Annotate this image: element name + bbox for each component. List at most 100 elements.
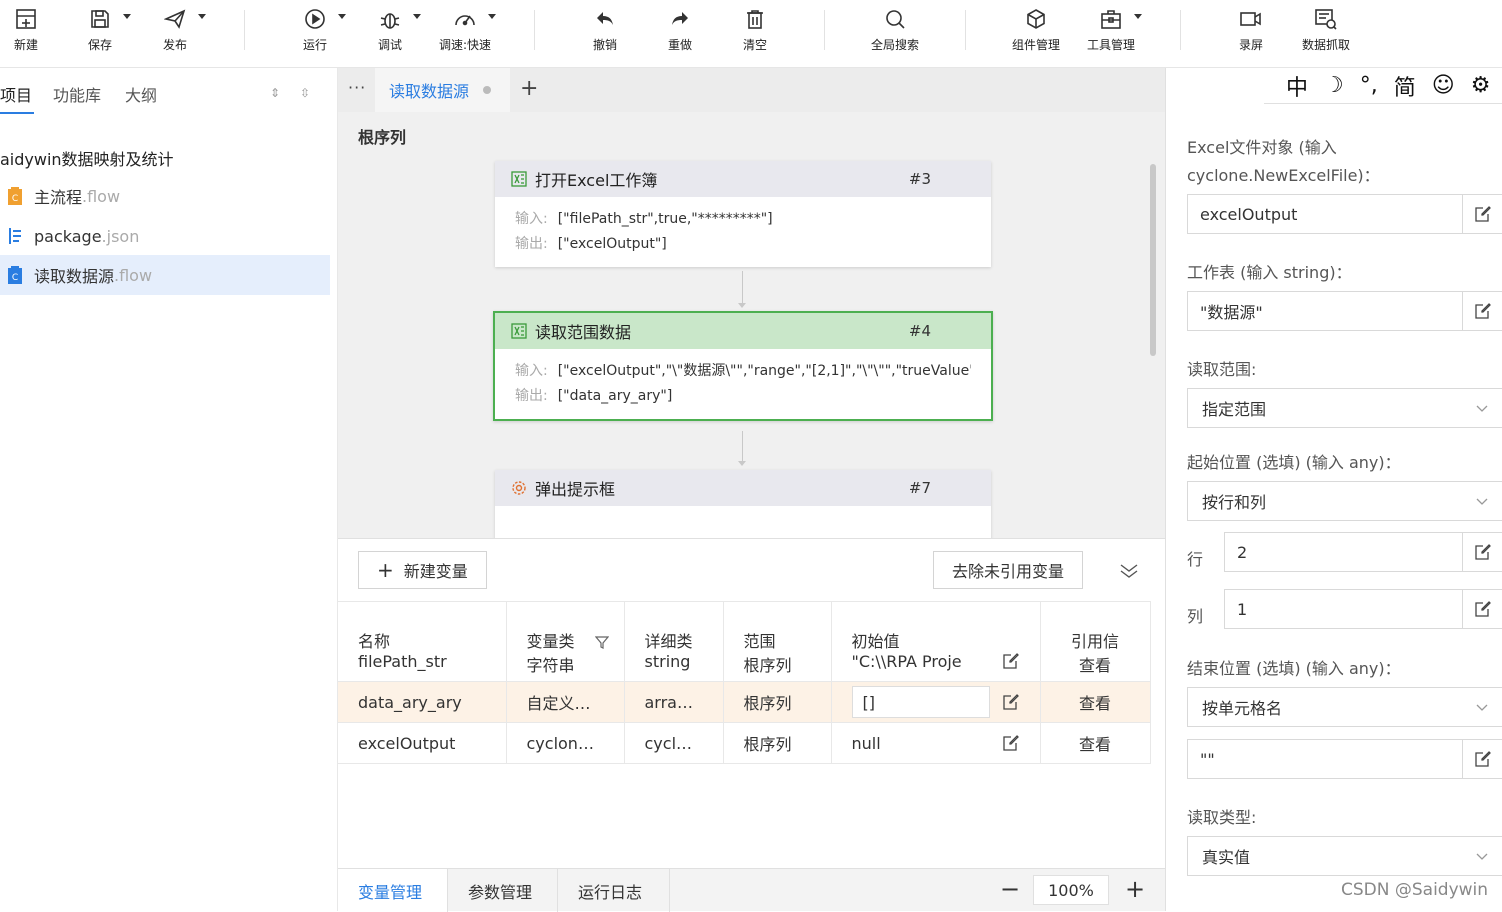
var-name-cell[interactable]: data_ary_ary xyxy=(338,681,507,723)
var-scope-cell[interactable]: 根序列 xyxy=(723,681,832,723)
excel-object-input[interactable]: excelOutput xyxy=(1187,194,1502,234)
node-input-value: ["filePath_str",true,"*********"] xyxy=(557,211,773,227)
ime-moon-icon[interactable]: ☽ xyxy=(1324,73,1344,98)
ime-chinese-mode-icon[interactable]: 中 xyxy=(1286,70,1308,102)
debug-dropdown-caret[interactable] xyxy=(413,14,421,19)
edit-icon[interactable] xyxy=(1462,740,1502,778)
var-detail-cell[interactable]: string xyxy=(624,651,724,682)
column-header-initial-value[interactable]: 初始值 xyxy=(831,601,1041,652)
var-name-cell[interactable]: excelOutput xyxy=(338,722,507,764)
run-dropdown-caret[interactable] xyxy=(338,14,346,19)
flow-node-read-range[interactable]: 读取范围数据 #4 输入: ["excelOutput","\"数据源\"","r… xyxy=(493,311,993,421)
output-label: 输出: xyxy=(515,388,548,404)
tab-variable-management[interactable]: 变量管理 xyxy=(338,869,448,912)
column-header-detail-type[interactable]: 详细类 xyxy=(624,601,724,652)
worksheet-input[interactable]: "数据源" xyxy=(1187,291,1502,331)
table-row[interactable]: excelOutput cyclon… cycl… 根序列 null 查看 xyxy=(338,722,1151,764)
clear-button[interactable]: 清空 xyxy=(720,6,790,62)
new-variable-button[interactable]: + 新建变量 xyxy=(358,551,487,589)
output-label: 输出: xyxy=(515,236,548,252)
read-range-select[interactable]: 指定范围 xyxy=(1187,388,1502,428)
edit-icon[interactable] xyxy=(1462,590,1502,628)
flow-node-open-excel[interactable]: 打开Excel工作簿 #3 输入: ["filePath_str",true,"*… xyxy=(495,161,991,267)
component-manage-button[interactable]: 组件管理 xyxy=(1001,6,1071,62)
tab-run-log[interactable]: 运行日志 xyxy=(558,869,670,912)
edit-icon[interactable] xyxy=(1002,652,1020,670)
global-search-button[interactable]: 全局搜索 xyxy=(860,6,930,62)
sort-icon[interactable]: ⇕ xyxy=(270,86,280,100)
redo-button[interactable]: 重做 xyxy=(645,6,715,62)
ime-emoji-icon[interactable]: ☺ xyxy=(1432,73,1455,98)
add-tab-button[interactable]: + xyxy=(520,76,538,101)
unsaved-dot-icon[interactable] xyxy=(483,86,492,94)
column-header-name[interactable]: 名称 xyxy=(338,601,507,652)
var-type-cell[interactable]: 字符串 xyxy=(506,651,625,682)
zoom-level[interactable]: 100% xyxy=(1033,875,1109,905)
column-header-scope[interactable]: 范围 xyxy=(723,601,832,652)
save-dropdown-caret[interactable] xyxy=(123,14,131,19)
ime-simplified-icon[interactable]: 简 xyxy=(1394,70,1416,102)
var-init-input[interactable]: [] xyxy=(851,686,990,718)
data-capture-button[interactable]: 数据抓取 xyxy=(1291,6,1361,62)
tab-project[interactable]: 项目 xyxy=(0,82,32,106)
var-name-cell[interactable]: filePath_str xyxy=(338,651,507,682)
view-reference-link[interactable]: 查看 xyxy=(1040,651,1151,682)
var-scope-cell[interactable]: 根序列 xyxy=(723,722,832,764)
tab-parameter-management[interactable]: 参数管理 xyxy=(448,869,558,912)
ime-settings-icon[interactable]: ⚙ xyxy=(1471,73,1491,98)
worksheet-value[interactable]: "数据源" xyxy=(1188,299,1462,323)
edit-icon[interactable] xyxy=(1002,734,1020,752)
excel-object-value[interactable]: excelOutput xyxy=(1188,205,1462,224)
filter-icon[interactable] xyxy=(594,635,609,649)
chevron-down-icon[interactable] xyxy=(1118,559,1140,581)
record-screen-button[interactable]: 录屏 xyxy=(1216,6,1286,62)
ime-punctuation-icon[interactable]: °, xyxy=(1360,73,1378,98)
remove-unused-variables-button[interactable]: 去除未引用变量 xyxy=(933,551,1084,589)
var-scope-cell[interactable]: 根序列 xyxy=(723,651,832,682)
table-row[interactable]: data_ary_ary 自定义… arra… 根序列 [] 查看 xyxy=(338,681,1151,723)
tab-outline[interactable]: 大纲 xyxy=(125,82,157,106)
zoom-in-button[interactable]: + xyxy=(1125,875,1145,903)
flow-node-popup[interactable]: 弹出提示框 #7 xyxy=(495,470,991,538)
file-item-main-flow[interactable]: C 主流程 .flow xyxy=(0,176,330,216)
column-input[interactable]: 1 xyxy=(1224,589,1502,629)
var-detail-cell[interactable]: cycl… xyxy=(624,722,724,764)
row-value[interactable]: 2 xyxy=(1225,543,1462,562)
edit-icon[interactable] xyxy=(1462,533,1502,571)
canvas-scrollbar[interactable] xyxy=(1150,164,1156,356)
edit-icon[interactable] xyxy=(1462,292,1502,330)
read-type-select[interactable]: 真实值 xyxy=(1187,836,1502,876)
flow-canvas[interactable]: 根序列 打开Excel工作簿 #3 输入: ["filePath_str",tru… xyxy=(338,112,1165,538)
publish-dropdown-caret[interactable] xyxy=(198,14,206,19)
undo-button[interactable]: 撤销 xyxy=(570,6,640,62)
edit-icon[interactable] xyxy=(1462,195,1502,233)
more-tabs-button[interactable]: ··· xyxy=(348,78,366,97)
zoom-out-button[interactable]: − xyxy=(1000,875,1020,903)
start-position-select[interactable]: 按行和列 xyxy=(1187,481,1502,521)
view-reference-link[interactable]: 查看 xyxy=(1040,681,1151,723)
row-input[interactable]: 2 xyxy=(1224,532,1502,572)
new-button[interactable]: 新建 xyxy=(0,6,61,62)
edit-icon[interactable] xyxy=(1002,693,1020,711)
end-position-select[interactable]: 按单元格名 xyxy=(1187,687,1502,727)
tab-read-datasource[interactable]: 读取数据源 xyxy=(375,68,510,112)
var-detail-cell[interactable]: arra… xyxy=(624,681,724,723)
var-type-cell[interactable]: 自定义… xyxy=(506,681,625,723)
var-type-cell[interactable]: cyclon… xyxy=(506,722,625,764)
end-cell-value[interactable]: "" xyxy=(1188,750,1462,769)
file-item-read-datasource-flow[interactable]: C 读取数据源 .flow xyxy=(0,255,330,295)
column-header-type[interactable]: 变量类 xyxy=(506,601,625,652)
column-value[interactable]: 1 xyxy=(1225,600,1462,619)
file-item-package-json[interactable]: package .json xyxy=(0,216,330,256)
var-init-value[interactable]: "C:\\RPA Proje xyxy=(852,652,1002,671)
table-row[interactable]: filePath_str 字符串 string 根序列 "C:\\RPA Pro… xyxy=(338,651,1151,682)
tab-function-library[interactable]: 功能库 xyxy=(53,82,101,106)
column-header-reference[interactable]: 引用信 xyxy=(1040,601,1151,652)
view-reference-link[interactable]: 查看 xyxy=(1040,722,1151,764)
var-init-value[interactable]: null xyxy=(852,734,1002,753)
collapse-all-icon[interactable]: ⇳ xyxy=(300,86,310,100)
end-cell-input[interactable]: "" xyxy=(1187,739,1502,779)
flow-file-icon: C xyxy=(0,266,30,284)
tool-manage-dropdown-caret[interactable] xyxy=(1134,14,1142,19)
speed-dropdown-caret[interactable] xyxy=(488,14,496,19)
